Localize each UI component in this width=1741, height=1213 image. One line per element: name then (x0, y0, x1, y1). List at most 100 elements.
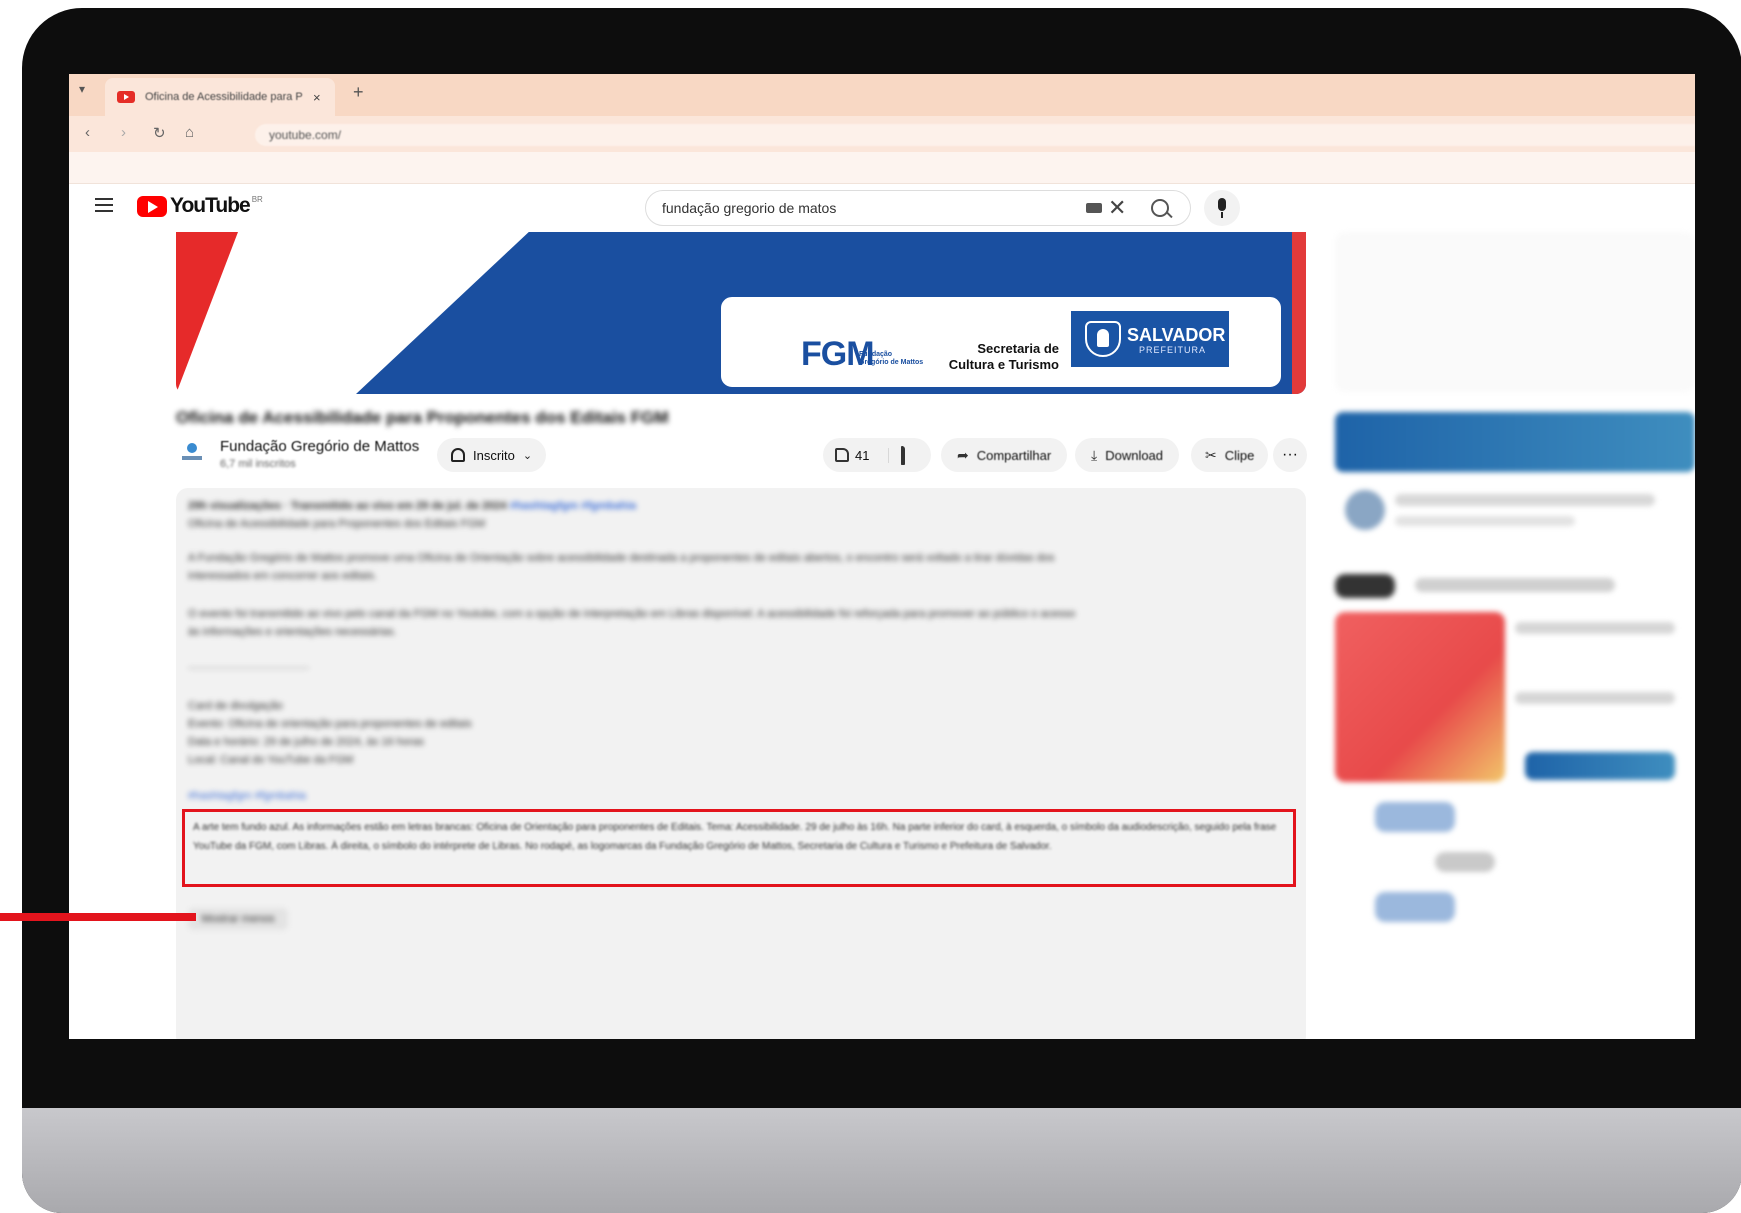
sidebar-blue-chip[interactable] (1525, 752, 1675, 780)
sidebar-ad-card[interactable] (1335, 232, 1695, 392)
description-line: Local: Canal do YouTube da FGM (188, 754, 354, 766)
menu-icon[interactable] (95, 198, 113, 212)
description-meta: 29h visualizações · Transmitido ao vivo … (188, 500, 636, 512)
browser-window: ▾ Oficina de Acessibilidade para P × + ‹… (69, 74, 1695, 1039)
sidebar-text-line (1395, 516, 1575, 526)
youtube-region-code: BR (251, 194, 263, 204)
show-less-button[interactable]: Mostrar menos (188, 908, 288, 930)
browser-tab-active[interactable]: Oficina de Acessibilidade para P × (105, 78, 335, 116)
salvador-prefeitura: PREFEITURA (1139, 345, 1207, 355)
logos-card: FGM Fundação Gregório de Mattos Secretar… (718, 294, 1284, 390)
share-label: Compartilhar (976, 447, 1052, 463)
clip-label: Clipe (1224, 447, 1255, 463)
youtube-play-icon (137, 195, 167, 217)
search-icon[interactable] (1151, 199, 1169, 217)
recommendations-sidebar (1335, 232, 1695, 1039)
tab-close-icon[interactable]: × (313, 90, 321, 105)
search-input[interactable]: fundação gregorio de matos (662, 200, 836, 216)
share-icon: ➦ (957, 446, 969, 463)
description-views: 29h visualizações · Transmitido ao vivo … (188, 500, 507, 512)
video-player[interactable]: FGM Fundação Gregório de Mattos Secretar… (176, 232, 1306, 394)
thumbs-down-icon (901, 445, 905, 465)
highlighted-image-description: A arte tem fundo azul. As informações es… (182, 809, 1296, 887)
description-line: às informações e orientações necessárias… (188, 626, 397, 638)
voice-search-icon[interactable] (1204, 190, 1240, 226)
sidebar-text-line (1515, 692, 1675, 704)
more-actions-button[interactable]: ··· (1273, 438, 1307, 472)
description-hashtags[interactable]: #hashtagfgm #fgmbahia (188, 790, 306, 802)
secretaria-line-2: Cultura e Turismo (948, 357, 1059, 372)
salvador-logo: SALVADOR PREFEITURA (1071, 311, 1229, 367)
description-line: Card de divulgação (188, 700, 283, 712)
thumbs-up-icon (835, 448, 849, 462)
dislike-button[interactable] (889, 445, 905, 465)
sidebar-thumbnail[interactable] (1375, 892, 1455, 922)
channel-avatar[interactable] (179, 440, 205, 466)
scissors-icon: ✂ (1205, 446, 1217, 463)
description-line: Data e horário: 29 de julho de 2024, às … (188, 736, 425, 748)
description-line: interessados em concorrer aos editais. (188, 570, 377, 582)
salvador-name: SALVADOR (1127, 325, 1226, 345)
salvador-crest-icon (1085, 321, 1121, 357)
home-icon[interactable]: ⌂ (185, 124, 194, 141)
share-button[interactable]: ➦ Compartilhar (941, 438, 1068, 472)
tab-title: Oficina de Acessibilidade para P (145, 91, 303, 103)
banner-red-edge (1292, 232, 1306, 394)
channel-name[interactable]: Fundação Gregório de Mattos (220, 438, 419, 455)
secretaria-line-1: Secretaria de (977, 341, 1059, 356)
youtube-favicon-icon (117, 91, 135, 103)
download-label: Download (1105, 447, 1164, 463)
sidebar-chip-text (1415, 578, 1615, 592)
like-button[interactable]: 41 (823, 447, 889, 463)
sidebar-chip[interactable] (1335, 574, 1395, 598)
download-icon: ⤓ (1091, 446, 1098, 463)
search-box[interactable]: fundação gregorio de matos ✕ (645, 190, 1191, 226)
description-line: Oficina de Acessibilidade para Proponent… (188, 518, 486, 530)
sidebar-text-line (1515, 622, 1675, 634)
reload-icon[interactable]: ↻ (153, 124, 166, 142)
description-line: A Fundação Gregório de Mattos promove um… (188, 552, 1055, 564)
clip-button[interactable]: ✂ Clipe (1191, 438, 1269, 472)
description-panel: 29h visualizações · Transmitido ao vivo … (176, 488, 1306, 1039)
sidebar-text-line (1435, 852, 1495, 872)
like-dislike-group: 41 (823, 438, 931, 472)
youtube-header: YouTube BR fundação gregorio de matos ✕ (69, 184, 1695, 234)
download-button[interactable]: ⤓ Download (1075, 438, 1180, 472)
back-icon[interactable]: ‹ (85, 124, 90, 141)
sidebar-text-line (1395, 494, 1655, 506)
browser-toolbar: ‹ › ↻ ⌂ youtube.com/ (69, 116, 1695, 152)
clear-search-icon[interactable]: ✕ (1108, 195, 1126, 221)
description-tags[interactable]: #hashtagfgm #fgmbahia (510, 500, 637, 512)
channel-subscribers: 6,7 mil inscritos (220, 458, 296, 470)
banner-red-stripe (176, 232, 238, 394)
subscribe-label: Inscrito (473, 447, 515, 463)
video-title: Oficina de Acessibilidade para Proponent… (176, 408, 669, 427)
forward-icon[interactable]: › (121, 124, 126, 141)
description-line: O evento foi transmitido ao vivo pelo ca… (188, 608, 1076, 620)
youtube-logo-text: YouTube (170, 194, 251, 217)
chevron-down-icon: ⌄ (522, 449, 533, 462)
subscribe-button[interactable]: Inscrito ⌄ (437, 438, 547, 472)
secretaria-logo: Secretaria de Cultura e Turismo (941, 341, 1059, 373)
fgm-logo-subtitle: Fundação Gregório de Mattos (859, 351, 923, 367)
fgm-sub-line-1: Fundação (859, 351, 893, 358)
callout-pointer-line (0, 913, 196, 921)
address-bar[interactable]: youtube.com/ (255, 124, 1695, 146)
sidebar-thumbnail[interactable] (1375, 802, 1455, 832)
sidebar-promo-banner[interactable] (1335, 412, 1695, 472)
tab-strip: ▾ Oficina de Acessibilidade para P × + (69, 74, 1695, 116)
description-line: Evento: Oficina de orientação para propo… (188, 718, 472, 730)
youtube-logo[interactable]: YouTube BR (137, 194, 263, 218)
bookmarks-bar (69, 152, 1695, 184)
monitor-chin (22, 1108, 1741, 1213)
keyboard-icon[interactable] (1086, 203, 1102, 213)
bell-icon (451, 448, 465, 462)
like-count: 41 (855, 447, 870, 463)
description-divider: ——————————— (188, 662, 309, 674)
fgm-sub-line-2: Gregório de Mattos (859, 359, 924, 366)
sidebar-avatar[interactable] (1345, 490, 1385, 530)
tab-search-dropdown[interactable]: ▾ (79, 82, 85, 96)
new-tab-button[interactable]: + (353, 82, 364, 103)
monitor-frame: ▾ Oficina de Acessibilidade para P × + ‹… (22, 8, 1741, 1213)
sidebar-video-thumbnail[interactable] (1335, 612, 1505, 782)
